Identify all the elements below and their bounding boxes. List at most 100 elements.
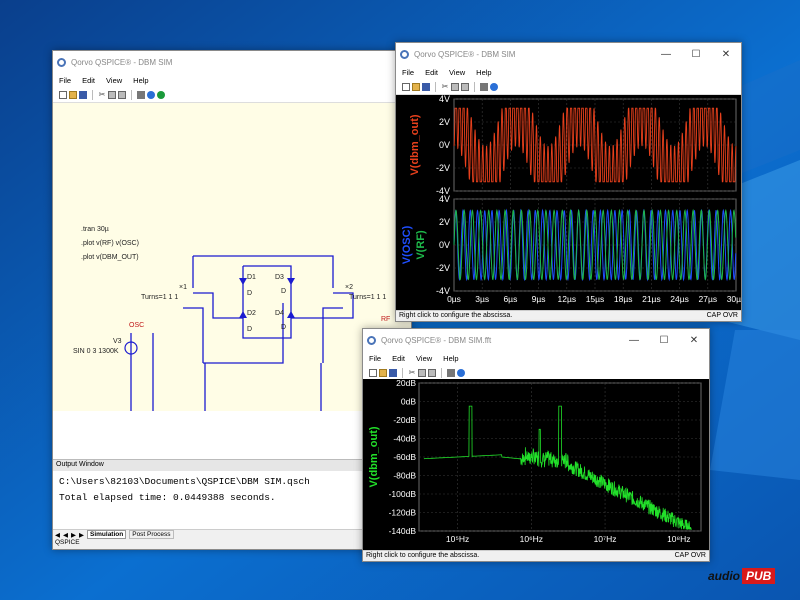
waveform-title: Qorvo QSPICE® - DBM SIM xyxy=(414,49,516,59)
directive-plot1[interactable]: .plot v(RF) v(OSC) xyxy=(81,240,139,247)
x-tick-label: 9µs xyxy=(532,294,546,304)
new-file-icon[interactable] xyxy=(59,90,67,99)
x-tick-label: 0µs xyxy=(447,294,461,304)
output-tabs: ◀ ◀ ▶ ▶ Simulation Post Process xyxy=(53,529,411,539)
paste-icon[interactable] xyxy=(428,368,436,377)
save-icon[interactable] xyxy=(422,82,430,91)
d1-model: D xyxy=(247,290,252,297)
new-file-icon[interactable] xyxy=(369,368,377,377)
x-tick-label: 10⁶Hz xyxy=(520,534,543,544)
minimize-button[interactable]: — xyxy=(619,329,649,351)
d4-label[interactable]: D4 xyxy=(275,310,284,317)
menu-file[interactable]: File xyxy=(369,354,381,363)
save-icon[interactable] xyxy=(389,368,397,377)
copy-icon[interactable] xyxy=(418,368,426,377)
open-folder-icon[interactable] xyxy=(69,90,77,99)
y-tick-label: -140dB xyxy=(389,526,417,536)
menu-view[interactable]: View xyxy=(416,354,432,363)
print-icon[interactable] xyxy=(137,90,145,99)
tab-simulation[interactable]: Simulation xyxy=(87,530,127,539)
y-tick-label: -2V xyxy=(436,263,450,273)
schematic-titlebar[interactable]: Qorvo QSPICE® - DBM SIM xyxy=(53,51,411,73)
d3-label[interactable]: D3 xyxy=(275,274,284,281)
help-icon[interactable] xyxy=(490,82,498,91)
waveform-plot[interactable]: 4V2V0V-2V-4VV(dbm_out)4V2V0V-2V-4VV(OSC)… xyxy=(396,95,741,317)
osc-net-label[interactable]: OSC xyxy=(129,322,144,329)
y-tick-label: 2V xyxy=(439,117,450,127)
fft-plot[interactable]: 20dB 0dB -20dB -40dB -60dB -80dB -100dB -120dB -… xyxy=(363,379,709,551)
v3-value[interactable]: SIN 0 3 1300K xyxy=(73,348,119,355)
fft-title: Qorvo QSPICE® - DBM SIM.fft xyxy=(381,335,492,345)
tab-nav-next[interactable]: ▶ xyxy=(71,531,76,539)
x1-label[interactable]: ×1 xyxy=(179,284,187,291)
directive-plot2[interactable]: .plot v(DBM_OUT) xyxy=(81,254,139,261)
help-icon[interactable] xyxy=(147,90,155,99)
tab-post-process[interactable]: Post Process xyxy=(129,530,174,539)
maximize-button[interactable]: ☐ xyxy=(681,43,711,65)
cut-icon[interactable]: ✂ xyxy=(98,90,106,99)
cut-icon[interactable]: ✂ xyxy=(441,82,449,91)
open-folder-icon[interactable] xyxy=(379,368,387,377)
print-icon[interactable] xyxy=(480,82,488,91)
menu-edit[interactable]: Edit xyxy=(82,76,95,85)
menu-view[interactable]: View xyxy=(106,76,122,85)
copy-icon[interactable] xyxy=(108,90,116,99)
output-elapsed-line: Total elapsed time: 0.0449388 seconds. xyxy=(59,492,276,503)
copy-icon[interactable] xyxy=(451,82,459,91)
y-tick-label: -60dB xyxy=(393,452,416,462)
output-window-header: Output Window xyxy=(53,460,411,471)
d4-model: D xyxy=(281,324,286,331)
y-tick-label: -20dB xyxy=(393,415,416,425)
x2-label[interactable]: ×2 xyxy=(345,284,353,291)
x-tick-label: 10⁸Hz xyxy=(667,534,690,544)
waveform-statusbar: Right click to configure the abscissa. C… xyxy=(396,310,741,321)
minimize-button[interactable]: — xyxy=(651,43,681,65)
x-tick-label: 30µs xyxy=(727,294,741,304)
save-icon[interactable] xyxy=(79,90,87,99)
fft-titlebar[interactable]: Qorvo QSPICE® - DBM SIM.fft — ☐ ✕ xyxy=(363,329,709,351)
d3-model: D xyxy=(281,288,286,295)
tab-nav-first[interactable]: ◀ xyxy=(55,531,60,539)
y-tick-label: -100dB xyxy=(389,489,417,499)
menu-file[interactable]: File xyxy=(402,68,414,77)
x-tick-label: 24µs xyxy=(670,294,689,304)
y-axis-label-osc: V(OSC) xyxy=(401,225,413,264)
help-icon[interactable] xyxy=(457,368,465,377)
audiopub-watermark: audio PUB xyxy=(708,568,776,584)
open-folder-icon[interactable] xyxy=(412,82,420,91)
turns2-label: Turns=1 1 1 xyxy=(349,294,386,301)
paste-icon[interactable] xyxy=(118,90,126,99)
tab-nav-last[interactable]: ▶ xyxy=(79,531,84,539)
close-button[interactable]: ✕ xyxy=(679,329,709,351)
schematic-canvas[interactable]: .tran 30µ .plot v(RF) v(OSC) .plot v(DBM… xyxy=(53,103,411,411)
d2-model: D xyxy=(247,326,252,333)
cut-icon[interactable]: ✂ xyxy=(408,368,416,377)
y-tick-label: 20dB xyxy=(396,379,416,388)
menu-edit[interactable]: Edit xyxy=(425,68,438,77)
menu-help[interactable]: Help xyxy=(443,354,458,363)
waveform-titlebar[interactable]: Qorvo QSPICE® - DBM SIM — ☐ ✕ xyxy=(396,43,741,65)
print-icon[interactable] xyxy=(447,368,455,377)
menu-help[interactable]: Help xyxy=(133,76,148,85)
close-button[interactable]: ✕ xyxy=(711,43,741,65)
run-simulation-icon[interactable] xyxy=(157,90,165,99)
y-tick-label: 2V xyxy=(439,217,450,227)
tab-nav-prev[interactable]: ◀ xyxy=(63,531,68,539)
rf-net-label[interactable]: RF xyxy=(381,316,390,323)
waveform-caps: CAP OVR xyxy=(706,312,738,319)
new-file-icon[interactable] xyxy=(402,82,410,91)
output-window: Output Window C:\Users\82103\Documents\Q… xyxy=(53,459,411,529)
menu-view[interactable]: View xyxy=(449,68,465,77)
waveform-status: Right click to configure the abscissa. xyxy=(399,312,513,319)
d2-label[interactable]: D2 xyxy=(247,310,256,317)
menu-file[interactable]: File xyxy=(59,76,71,85)
menu-help[interactable]: Help xyxy=(476,68,491,77)
paste-icon[interactable] xyxy=(461,82,469,91)
x-tick-label: 12µs xyxy=(557,294,576,304)
y-tick-label: -40dB xyxy=(393,434,416,444)
menu-edit[interactable]: Edit xyxy=(392,354,405,363)
d1-label[interactable]: D1 xyxy=(247,274,256,281)
maximize-button[interactable]: ☐ xyxy=(649,329,679,351)
v3-label[interactable]: V3 xyxy=(113,338,122,345)
directive-tran[interactable]: .tran 30µ xyxy=(81,226,109,233)
